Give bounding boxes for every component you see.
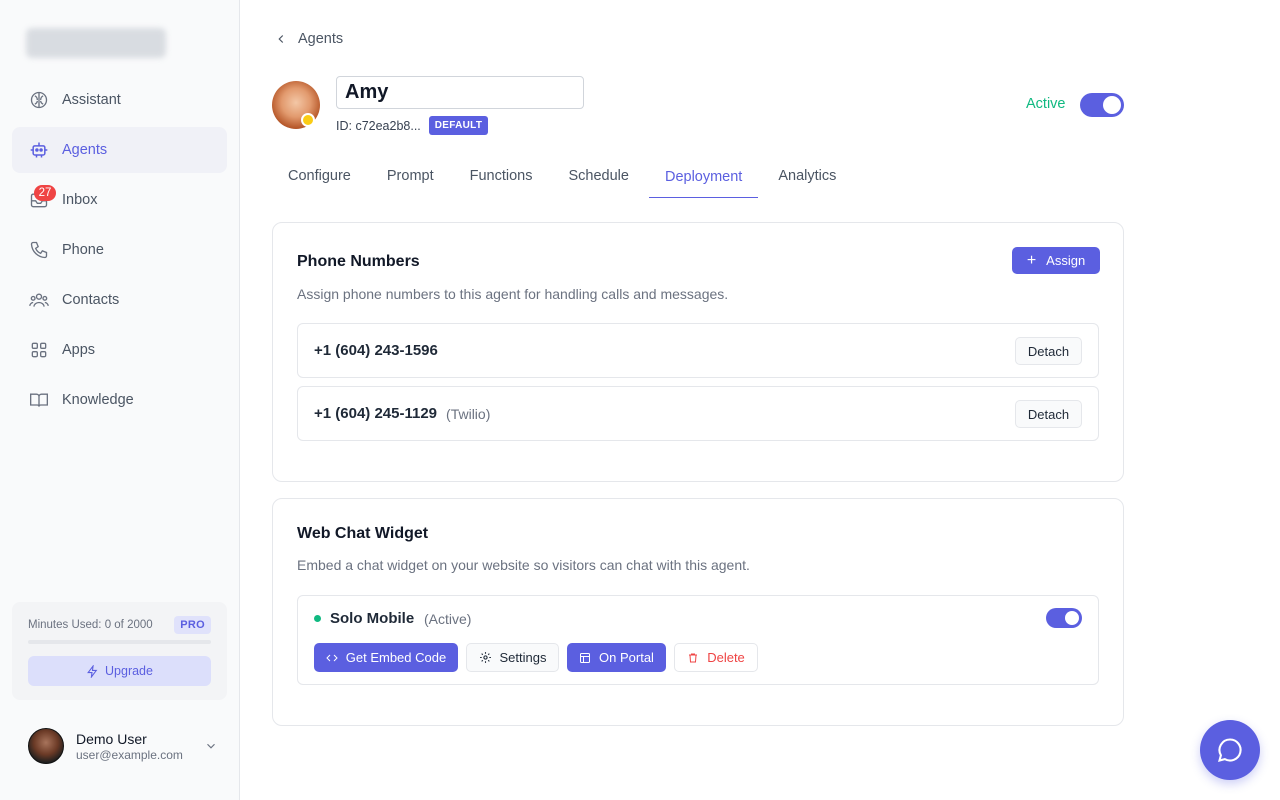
avatar-status-icon bbox=[301, 113, 315, 127]
brain-icon bbox=[28, 89, 50, 111]
app-logo[interactable] bbox=[26, 28, 166, 58]
tab-configure[interactable]: Configure bbox=[272, 156, 367, 198]
tab-deployment[interactable]: Deployment bbox=[648, 156, 759, 198]
assign-label: Assign bbox=[1046, 253, 1086, 268]
back-link[interactable]: Agents bbox=[274, 31, 343, 47]
book-icon bbox=[28, 389, 50, 411]
detach-button[interactable]: Detach bbox=[1015, 337, 1082, 365]
default-badge: DEFAULT bbox=[428, 116, 489, 135]
plus-icon: + bbox=[1026, 251, 1037, 269]
usage-panel: Minutes Used: 0 of 2000 PRO Upgrade bbox=[12, 602, 227, 700]
button-label: On Portal bbox=[599, 650, 654, 665]
phone-number: +1 (604) 243-1596 bbox=[314, 342, 438, 359]
agent-id: ID: c72ea2b8... bbox=[336, 118, 421, 133]
widget-enabled-toggle[interactable] bbox=[1046, 608, 1082, 628]
card-subtitle: Assign phone numbers to this agent for h… bbox=[297, 286, 729, 302]
sidebar-item-phone[interactable]: Phone bbox=[12, 227, 227, 273]
plan-badge: PRO bbox=[174, 616, 211, 634]
status-label: Active bbox=[1026, 96, 1066, 112]
status-dot-icon bbox=[314, 615, 321, 622]
main-content: Agents ID: c72ea2b8... DEFAULT Active Co… bbox=[240, 0, 1280, 800]
settings-button[interactable]: Settings bbox=[466, 643, 559, 672]
agent-id-row: ID: c72ea2b8... DEFAULT bbox=[336, 116, 489, 135]
users-icon bbox=[28, 289, 50, 311]
sidebar: Assistant Agents 27 Inbox Phone Contacts… bbox=[0, 0, 240, 800]
toggle-knob bbox=[1103, 96, 1121, 114]
button-label: Get Embed Code bbox=[345, 650, 447, 665]
delete-button[interactable]: Delete bbox=[674, 643, 758, 672]
sidebar-item-label: Assistant bbox=[62, 92, 121, 108]
minutes-used-text: Minutes Used: 0 of 2000 bbox=[28, 619, 153, 631]
agent-name-input[interactable] bbox=[336, 76, 584, 109]
button-label: Settings bbox=[499, 650, 547, 665]
tab-analytics[interactable]: Analytics bbox=[762, 156, 852, 198]
robot-icon bbox=[28, 139, 50, 161]
web-chat-widget-card: Web Chat Widget Embed a chat widget on y… bbox=[272, 498, 1124, 726]
assign-button[interactable]: + Assign bbox=[1012, 247, 1100, 274]
user-name: Demo User bbox=[76, 730, 147, 747]
gear-icon bbox=[479, 652, 491, 663]
sidebar-item-apps[interactable]: Apps bbox=[12, 327, 227, 373]
chat-launcher-button[interactable] bbox=[1200, 720, 1260, 780]
phone-icon bbox=[28, 239, 50, 261]
phone-number-row: +1 (604) 245-1129 (Twilio) Detach bbox=[297, 386, 1099, 441]
card-title: Web Chat Widget bbox=[297, 525, 429, 542]
upgrade-label: Upgrade bbox=[105, 664, 153, 678]
usage-progress-bar bbox=[28, 640, 211, 644]
card-subtitle: Embed a chat widget on your website so v… bbox=[297, 557, 750, 573]
sidebar-item-label: Contacts bbox=[62, 292, 120, 308]
sidebar-item-label: Phone bbox=[62, 242, 104, 258]
sidebar-item-agents[interactable]: Agents bbox=[12, 127, 227, 173]
tab-prompt[interactable]: Prompt bbox=[371, 156, 450, 198]
tab-bar: Configure Prompt Functions Schedule Depl… bbox=[272, 156, 856, 198]
tab-functions[interactable]: Functions bbox=[454, 156, 549, 198]
phone-number-row: +1 (604) 243-1596 Detach bbox=[297, 323, 1099, 378]
chevron-left-icon bbox=[278, 35, 284, 43]
chat-bubble-icon bbox=[1218, 738, 1242, 762]
phone-provider: (Twilio) bbox=[446, 405, 491, 422]
widget-row: Solo Mobile (Active) Get Embed Code Sett… bbox=[297, 595, 1099, 685]
inbox-count-badge: 27 bbox=[34, 185, 56, 201]
button-label: Delete bbox=[707, 650, 745, 665]
sidebar-nav: Assistant Agents 27 Inbox Phone Contacts… bbox=[12, 77, 227, 427]
get-embed-code-button[interactable]: Get Embed Code bbox=[314, 643, 458, 672]
detach-button[interactable]: Detach bbox=[1015, 400, 1082, 428]
user-menu[interactable]: Demo User user@example.com bbox=[28, 726, 218, 766]
sidebar-item-assistant[interactable]: Assistant bbox=[12, 77, 227, 123]
sidebar-item-label: Apps bbox=[62, 342, 96, 358]
sidebar-item-contacts[interactable]: Contacts bbox=[12, 277, 227, 323]
phone-number: +1 (604) 245-1129 bbox=[314, 405, 438, 422]
lightning-icon bbox=[87, 664, 98, 678]
back-label: Agents bbox=[298, 31, 344, 47]
widget-name: Solo Mobile bbox=[330, 610, 415, 627]
layout-icon bbox=[580, 652, 591, 663]
toggle-knob bbox=[1065, 611, 1079, 625]
code-icon bbox=[326, 654, 338, 661]
sidebar-item-knowledge[interactable]: Knowledge bbox=[12, 377, 227, 423]
tab-schedule[interactable]: Schedule bbox=[553, 156, 645, 198]
avatar bbox=[28, 728, 64, 764]
upgrade-button[interactable]: Upgrade bbox=[28, 656, 211, 686]
widget-status: (Active) bbox=[424, 611, 472, 627]
sidebar-item-inbox[interactable]: 27 Inbox bbox=[12, 177, 227, 223]
trash-icon bbox=[689, 653, 698, 662]
on-portal-button[interactable]: On Portal bbox=[567, 643, 666, 672]
agent-active-toggle[interactable] bbox=[1080, 93, 1124, 117]
sidebar-item-label: Agents bbox=[62, 142, 108, 158]
sidebar-item-label: Knowledge bbox=[62, 392, 134, 408]
grid-icon bbox=[28, 339, 50, 361]
sidebar-item-label: Inbox bbox=[62, 192, 98, 208]
user-email: user@example.com bbox=[76, 747, 183, 762]
card-title: Phone Numbers bbox=[297, 253, 420, 270]
phone-numbers-card: Phone Numbers + Assign Assign phone numb… bbox=[272, 222, 1124, 482]
chevron-down-icon bbox=[207, 743, 215, 749]
